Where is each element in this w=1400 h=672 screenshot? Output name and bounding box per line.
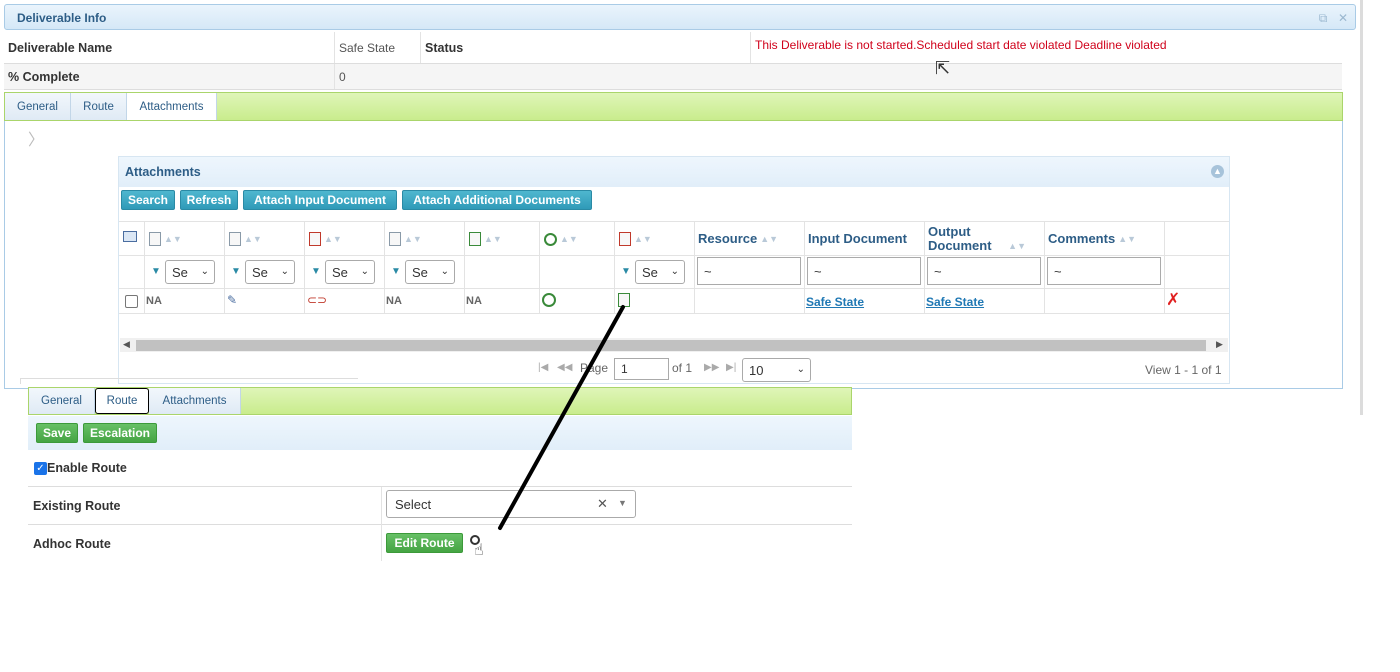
hand-cursor-icon: ☝ [474,542,484,559]
annotation-line [498,305,625,530]
page-scroll-strip [1360,0,1363,415]
mouse-cursor-icon: ⇱ [935,58,951,78]
